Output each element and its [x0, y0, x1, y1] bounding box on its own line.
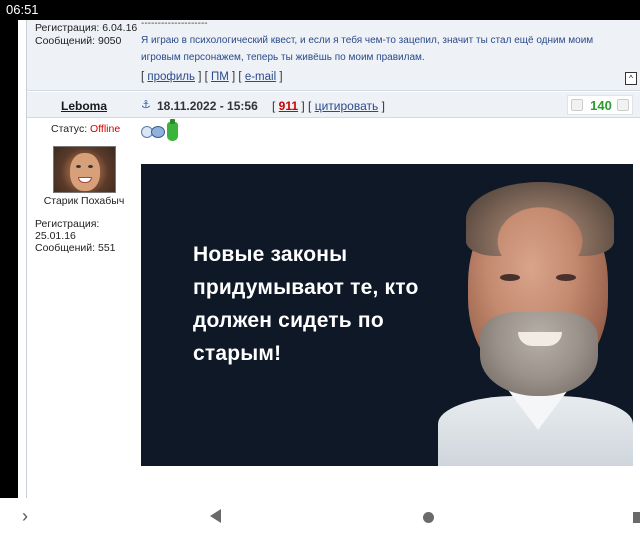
status-bar: 06:51: [0, 0, 640, 20]
previous-post-user-info: Регистрация: 6.04.16 Сообщений: 9050: [35, 22, 137, 48]
avatar-eye-left: [76, 165, 81, 168]
signature-text: Я играю в психологический квест, и если …: [141, 35, 594, 63]
image-caption: Новые законы придумывают те, кто должен …: [193, 243, 419, 365]
forum-page: Регистрация: 6.04.16 Сообщений: 9050 ---…: [18, 20, 640, 498]
smiley-icon: [151, 126, 165, 138]
post-links: [ профиль ] [ ПМ ] [ e-mail ]: [141, 71, 283, 83]
bottle-icon: [167, 119, 178, 141]
avatar-face: [70, 153, 100, 191]
registration-label: Регистрация:: [35, 218, 100, 230]
rating-value: 140: [590, 98, 612, 113]
message-count: Сообщений: 551: [35, 242, 116, 254]
portrait-eye-left: [500, 274, 520, 281]
status-label: Статус:: [51, 123, 88, 135]
portrait-beard: [480, 312, 598, 396]
anchor-icon[interactable]: ⚓: [141, 98, 151, 111]
message-count: Сообщений: 9050: [35, 35, 122, 47]
avatar[interactable]: [53, 146, 116, 193]
status-value: Offline: [90, 123, 121, 135]
user-title: Старик Похабыч: [43, 195, 125, 207]
quote-link[interactable]: цитировать: [315, 99, 379, 113]
home-icon[interactable]: [423, 512, 434, 523]
post-rating: 140: [567, 95, 633, 115]
scroll-up-icon[interactable]: ^: [625, 72, 637, 85]
system-nav-bar: ›: [0, 498, 640, 537]
email-link[interactable]: e-mail: [245, 71, 276, 83]
forum-frame: Регистрация: 6.04.16 Сообщений: 9050 ---…: [26, 20, 640, 498]
back-icon[interactable]: [210, 509, 221, 523]
pm-link[interactable]: ПМ: [211, 71, 229, 83]
registration-date: Регистрация: 6.04.16: [35, 22, 138, 34]
post-image[interactable]: Новые законы придумывают те, кто должен …: [141, 164, 633, 466]
portrait-eye-right: [556, 274, 576, 281]
rate-down-button[interactable]: [571, 99, 583, 111]
rate-up-button[interactable]: [617, 99, 629, 111]
signature-block: -------------------- Я играю в психологи…: [141, 20, 640, 66]
post-author-name[interactable]: Leboma: [61, 99, 107, 113]
post-header: Leboma ⚓ 18.11.2022 - 15:56 [ 911 ] [ ци…: [27, 92, 640, 118]
user-status: Статус: Offline: [51, 123, 120, 135]
recent-icon[interactable]: [633, 512, 640, 523]
portrait: [418, 164, 633, 466]
post-number-link[interactable]: 911: [279, 99, 298, 113]
signature-divider: --------------------: [141, 20, 208, 29]
previous-post: Регистрация: 6.04.16 Сообщений: 9050 ---…: [27, 20, 640, 91]
registration-date: 25.01.16: [35, 230, 76, 242]
status-time: 06:51: [6, 2, 39, 17]
portrait-hair: [466, 182, 614, 256]
post-actions: [ 911 ] [ цитировать ]: [272, 99, 385, 113]
author-info: Регистрация: 25.01.16 Сообщений: 551: [35, 218, 116, 254]
avatar-eye-right: [88, 165, 93, 168]
post-date: 18.11.2022 - 15:56: [157, 99, 258, 113]
chevron-right-icon[interactable]: ›: [22, 506, 28, 527]
profile-link[interactable]: профиль: [147, 71, 195, 83]
smiley-row: [141, 119, 183, 142]
